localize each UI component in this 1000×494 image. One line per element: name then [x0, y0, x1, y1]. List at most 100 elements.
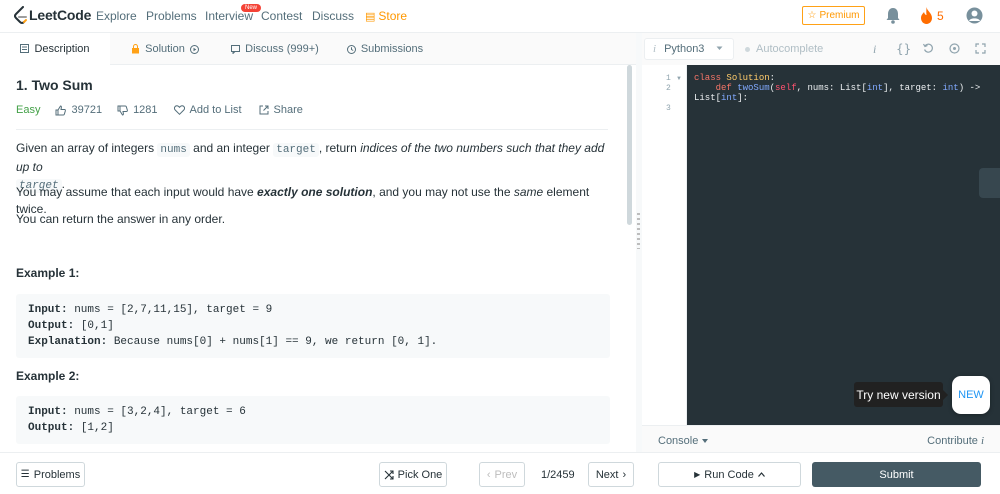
add-to-list-button[interactable]: Add to List — [173, 104, 242, 116]
output-value: [0,1] — [74, 320, 114, 332]
example-1-block: Input: nums = [2,7,11,15], target = 9 Ou… — [16, 294, 610, 358]
tab-submissions[interactable]: Submissions — [330, 33, 440, 65]
tab-description-label: Description — [34, 42, 90, 55]
star-icon: ☆ — [807, 10, 817, 21]
chevron-down-icon — [702, 439, 709, 443]
autocomplete-label: Autocomplete — [756, 43, 824, 55]
settings-icon[interactable] — [949, 43, 960, 54]
submit-button[interactable]: Submit — [812, 462, 981, 487]
thumbs-down-icon — [117, 105, 128, 116]
text: , and you may not use the — [372, 185, 514, 199]
store-icon: ▤ — [365, 10, 376, 23]
fold-icon[interactable]: ▼ — [676, 76, 682, 82]
type-name: int — [942, 83, 959, 93]
drag-handle-icon[interactable] — [637, 213, 640, 249]
info-icon: i — [653, 43, 657, 55]
comment-icon — [231, 44, 241, 54]
streak-counter[interactable]: 5 — [920, 7, 944, 24]
keyword: def — [715, 83, 732, 93]
tab-submissions-label: Submissions — [360, 43, 424, 55]
code-editor[interactable]: class Solution: def twoSum(self, nums: L… — [687, 65, 1000, 425]
avatar-icon[interactable] — [966, 7, 983, 24]
language-select[interactable]: i Python3 — [644, 38, 734, 60]
dislike-count: 1281 — [133, 104, 158, 116]
dislike-button[interactable]: 1281 — [117, 104, 158, 116]
input-label: Input: — [28, 304, 68, 316]
text: and an integer — [189, 141, 274, 155]
chevron-right-icon: › — [622, 468, 627, 481]
tab-solution[interactable]: Solution — [110, 33, 220, 65]
side-panel-toggle[interactable] — [979, 168, 1000, 198]
pick-one-button[interactable]: Pick One — [379, 462, 447, 487]
new-version-button[interactable]: NEW — [952, 376, 990, 414]
nav-explore[interactable]: Explore — [96, 9, 137, 23]
problems-label: Problems — [33, 468, 81, 481]
run-code-button[interactable]: ▶ Run Code — [658, 462, 801, 487]
thumbs-up-icon — [55, 104, 67, 115]
order-text: You can return the answer in any order. — [16, 212, 226, 226]
braces-icon[interactable]: {} — [896, 42, 911, 56]
contribute-link[interactable]: Contribute i — [927, 435, 984, 447]
scrollbar-thumb[interactable] — [627, 65, 632, 225]
line-number: 2 — [666, 84, 671, 93]
chevron-up-icon — [757, 472, 765, 477]
text: Given an array of integers — [16, 141, 158, 155]
code-text: ], target: — [883, 83, 943, 93]
nav-store[interactable]: ▤ Store — [365, 9, 407, 23]
console-toggle[interactable]: Console — [658, 435, 709, 447]
tab-discuss-label: Discuss (999+) — [245, 43, 319, 55]
lock-icon — [132, 44, 140, 54]
try-new-version-tooltip: Try new version — [854, 382, 948, 407]
add-to-list-label: Add to List — [189, 104, 242, 116]
autocomplete-toggle[interactable]: Autocomplete — [745, 43, 823, 55]
prev-button[interactable]: ‹ Prev — [479, 462, 525, 487]
page-indicator: 1/2459 — [541, 469, 575, 481]
next-button[interactable]: Next › — [588, 462, 634, 487]
code-nums: nums — [157, 143, 190, 157]
text: , return — [318, 141, 361, 155]
next-label: Next — [595, 468, 619, 481]
input-value: nums = [3,2,4], target = 6 — [67, 406, 246, 418]
logo-text: LeetCode — [29, 7, 92, 23]
info-icon[interactable]: i — [873, 42, 876, 57]
like-count: 39721 — [71, 104, 103, 116]
top-navigation: LeetCode Explore Problems Interview New … — [0, 0, 1000, 33]
nav-discuss[interactable]: Discuss — [312, 9, 354, 23]
fullscreen-icon[interactable] — [975, 43, 986, 54]
line-number: 3 — [666, 104, 671, 113]
code-text: : — [769, 73, 776, 83]
play-icon: ▶ — [694, 470, 701, 479]
line-number: 1 — [666, 74, 671, 83]
class-name: Solution — [726, 73, 770, 83]
like-button[interactable]: 39721 — [55, 104, 102, 116]
explanation-label: Explanation: — [28, 336, 108, 348]
leetcode-logo[interactable]: LeetCode — [14, 6, 91, 24]
leetcode-logo-icon — [14, 6, 27, 24]
bell-icon[interactable] — [885, 7, 901, 24]
function-name: twoSum — [737, 83, 770, 93]
fire-icon — [921, 7, 932, 24]
bottom-bar: ☰ Problems Pick One ‹ Prev 1/2459 Next ›… — [0, 452, 1000, 494]
share-button[interactable]: Share — [259, 104, 303, 116]
output-value: [1,2] — [74, 422, 114, 434]
premium-button[interactable]: ☆ Premium — [802, 6, 865, 25]
problems-list-button[interactable]: ☰ Problems — [16, 462, 85, 487]
run-code-label: Run Code — [704, 468, 754, 481]
difficulty-label: Easy — [16, 104, 41, 116]
heart-icon — [173, 105, 185, 115]
nav-problems[interactable]: Problems — [146, 9, 197, 23]
code-line-2: def twoSum(self, nums: List[int], target… — [694, 83, 981, 93]
code-text: ]: — [737, 93, 749, 103]
tab-discuss[interactable]: Discuss (999+) — [220, 33, 330, 65]
problem-meta: Easy 39721 1281 Add to List Share — [16, 104, 303, 116]
tab-description[interactable]: Description — [0, 33, 110, 65]
code-text: ) -> — [958, 83, 981, 93]
reset-icon[interactable] — [923, 43, 934, 54]
text: You may assume that each input would hav… — [16, 185, 258, 199]
output-label: Output: — [28, 320, 75, 332]
description-scrollbar[interactable] — [626, 65, 634, 452]
nav-contest[interactable]: Contest — [261, 9, 302, 23]
problem-description: 1. Two Sum Easy 39721 1281 Add to List S… — [0, 65, 626, 452]
type-name: int — [866, 83, 884, 93]
